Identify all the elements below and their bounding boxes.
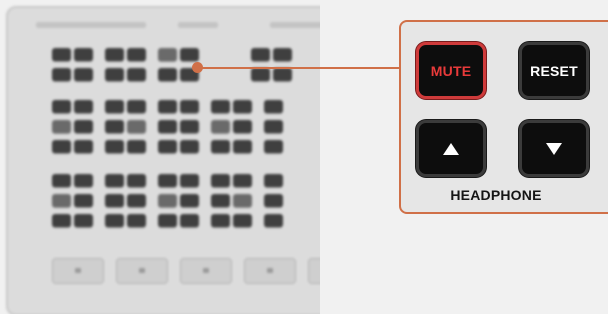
key-row: [52, 68, 304, 81]
mute-button-label: MUTE: [430, 62, 472, 79]
mute-button[interactable]: MUTE: [416, 42, 486, 99]
console-softkey: [244, 258, 296, 284]
triangle-down-icon: [546, 142, 562, 155]
console-crop-edge: [320, 0, 322, 314]
console-top-strip: [270, 22, 322, 28]
console-softkey: [52, 258, 104, 284]
console-top-strip: [178, 22, 218, 28]
callout-connector-line: [198, 67, 400, 69]
console-softkey: [116, 258, 168, 284]
key-row: [52, 214, 295, 227]
key-row: [52, 174, 295, 187]
key-row: [52, 48, 304, 61]
key-row: [52, 140, 295, 153]
console-softkey: [180, 258, 232, 284]
console-body: [6, 6, 322, 314]
console-softkeys: [52, 258, 322, 284]
headphone-caption: HEADPHONE: [450, 187, 542, 203]
callout-anchor-dot: [192, 62, 203, 73]
key-row: [52, 100, 295, 113]
key-row: [52, 120, 295, 133]
headphone-callout: MUTE RESET HEADPHONE: [399, 20, 608, 214]
triangle-up-icon: [443, 142, 459, 155]
reset-button-label: RESET: [530, 62, 578, 79]
key-row: [52, 194, 295, 207]
reset-button[interactable]: RESET: [519, 42, 589, 99]
console-top-strip: [36, 22, 146, 28]
console-panel: [0, 0, 322, 314]
volume-up-button[interactable]: [416, 120, 486, 177]
volume-down-button[interactable]: [519, 120, 589, 177]
